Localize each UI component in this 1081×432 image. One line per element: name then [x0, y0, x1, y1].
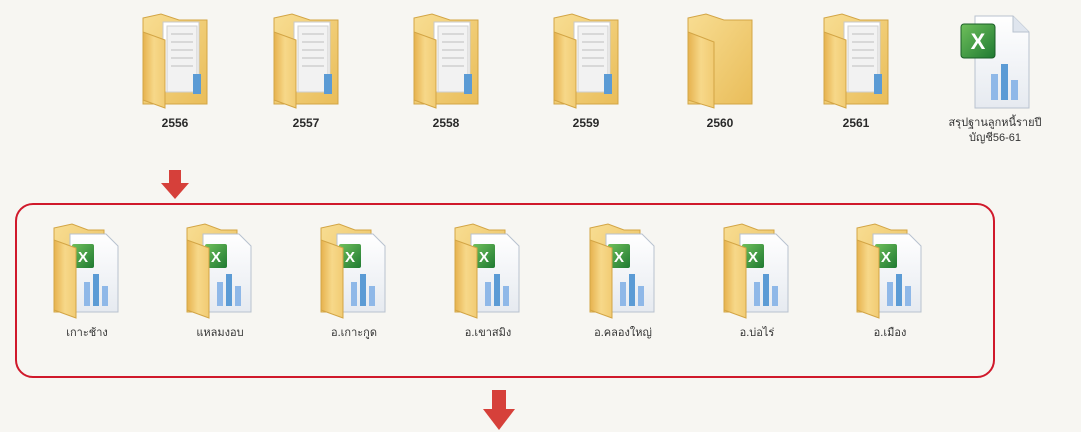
folder-label: 2557	[292, 116, 320, 130]
down-arrow-icon	[483, 390, 515, 430]
folder-icon	[687, 13, 753, 109]
folder-with-excel-icon	[856, 223, 922, 319]
folder-mueang[interactable]: อ.เมือง	[830, 222, 950, 341]
file-label: สรุปฐานลูกหนี้รายปี บัญชี56-61	[948, 117, 1042, 144]
folder-2559[interactable]: 2559	[526, 12, 646, 131]
folder-2557[interactable]: 2557	[246, 12, 366, 131]
folder-label: เกาะช้าง	[66, 327, 108, 339]
folder-2558[interactable]: 2558	[386, 12, 506, 131]
folder-with-files-icon	[553, 13, 619, 109]
folder-with-excel-icon	[454, 223, 520, 319]
folder-with-excel-icon	[589, 223, 655, 319]
folder-with-files-icon	[823, 13, 889, 109]
folder-with-files-icon	[273, 13, 339, 109]
folder-label: 2559	[572, 116, 600, 130]
folder-laem-ngop[interactable]: แหลมงอบ	[160, 222, 280, 341]
folder-2560[interactable]: 2560	[660, 12, 780, 131]
folder-koh-kut[interactable]: อ.เกาะกูด	[294, 222, 414, 341]
folder-khao-saming[interactable]: อ.เขาสมิง	[428, 222, 548, 341]
folder-with-excel-icon	[723, 223, 789, 319]
folder-with-excel-icon	[186, 223, 252, 319]
folder-label: อ.เกาะกูด	[331, 327, 377, 339]
excel-file-icon	[960, 15, 1030, 109]
folder-label: 2560	[706, 116, 734, 130]
folder-label: 2561	[842, 116, 870, 130]
folder-koh-chang[interactable]: เกาะช้าง	[27, 222, 147, 341]
folder-label: อ.เมือง	[873, 327, 907, 339]
folder-label: 2556	[161, 116, 189, 130]
folder-2556[interactable]: 2556	[115, 12, 235, 131]
folder-label: อ.เขาสมิง	[464, 327, 512, 339]
folder-label: 2558	[432, 116, 460, 130]
folder-khlong-yai[interactable]: อ.คลองใหญ่	[563, 222, 683, 341]
folder-label: อ.บ่อไร่	[739, 327, 775, 339]
folder-2561[interactable]: 2561	[796, 12, 916, 131]
excel-file-summary[interactable]: สรุปฐานลูกหนี้รายปี บัญชี56-61	[920, 12, 1070, 146]
folder-with-excel-icon	[53, 223, 119, 319]
folder-with-files-icon	[142, 13, 208, 109]
down-arrow-icon	[161, 170, 189, 199]
folder-label: แหลมงอบ	[196, 327, 244, 339]
folder-bo-rai[interactable]: อ.บ่อไร่	[697, 222, 817, 341]
folder-label: อ.คลองใหญ่	[594, 327, 652, 339]
folder-with-files-icon	[413, 13, 479, 109]
folder-with-excel-icon	[320, 223, 386, 319]
